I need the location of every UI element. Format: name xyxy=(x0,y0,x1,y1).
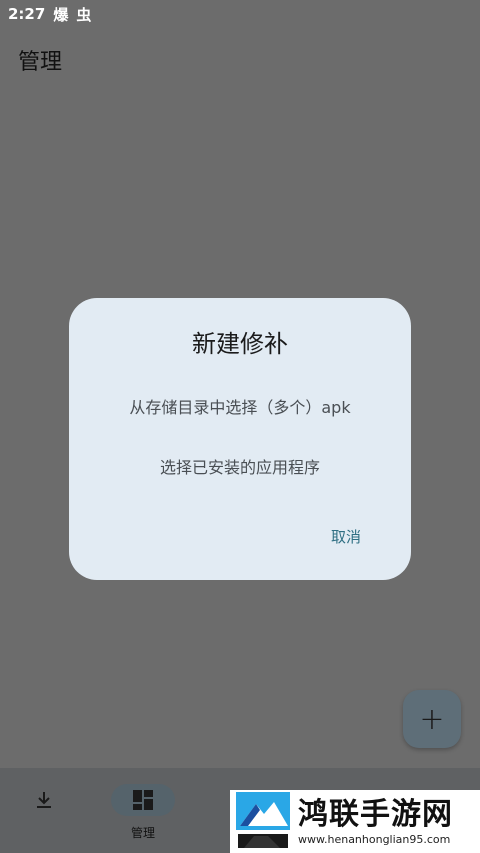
watermark-logo-icon xyxy=(234,790,292,853)
plus-icon: + xyxy=(419,701,445,737)
dashboard-icon xyxy=(133,790,153,810)
status-bar: 2:27 爆 虫 xyxy=(0,0,480,28)
nav-item-manage[interactable]: 管理 xyxy=(88,768,198,853)
dialog-title: 新建修补 xyxy=(192,330,288,358)
download-icon xyxy=(37,792,51,808)
page-title: 管理 xyxy=(18,50,63,75)
nav-icon-container xyxy=(111,784,175,816)
add-button[interactable]: + xyxy=(403,690,461,748)
nav-icon-container xyxy=(12,784,76,816)
new-patch-dialog: 新建修补 从存储目录中选择（多个）apk 选择已安装的应用程序 取消 xyxy=(69,298,411,580)
bug-notification-icon: 虫 xyxy=(76,5,92,24)
watermark-title: 鸿联手游网 xyxy=(298,797,453,832)
nav-label-manage: 管理 xyxy=(130,826,155,840)
cancel-button[interactable]: 取消 xyxy=(331,526,361,547)
watermark: 鸿联手游网 www.henanhonglian95.com xyxy=(230,790,480,853)
nav-item-download[interactable] xyxy=(0,768,88,853)
notification-icon: 爆 xyxy=(53,5,69,24)
app-bar: 管理 xyxy=(0,40,480,80)
select-from-storage-option[interactable]: 从存储目录中选择（多个）apk xyxy=(69,394,411,418)
status-time: 2:27 xyxy=(8,5,46,23)
watermark-url: www.henanhonglian95.com xyxy=(298,833,451,846)
select-installed-app-option[interactable]: 选择已安装的应用程序 xyxy=(69,454,411,478)
